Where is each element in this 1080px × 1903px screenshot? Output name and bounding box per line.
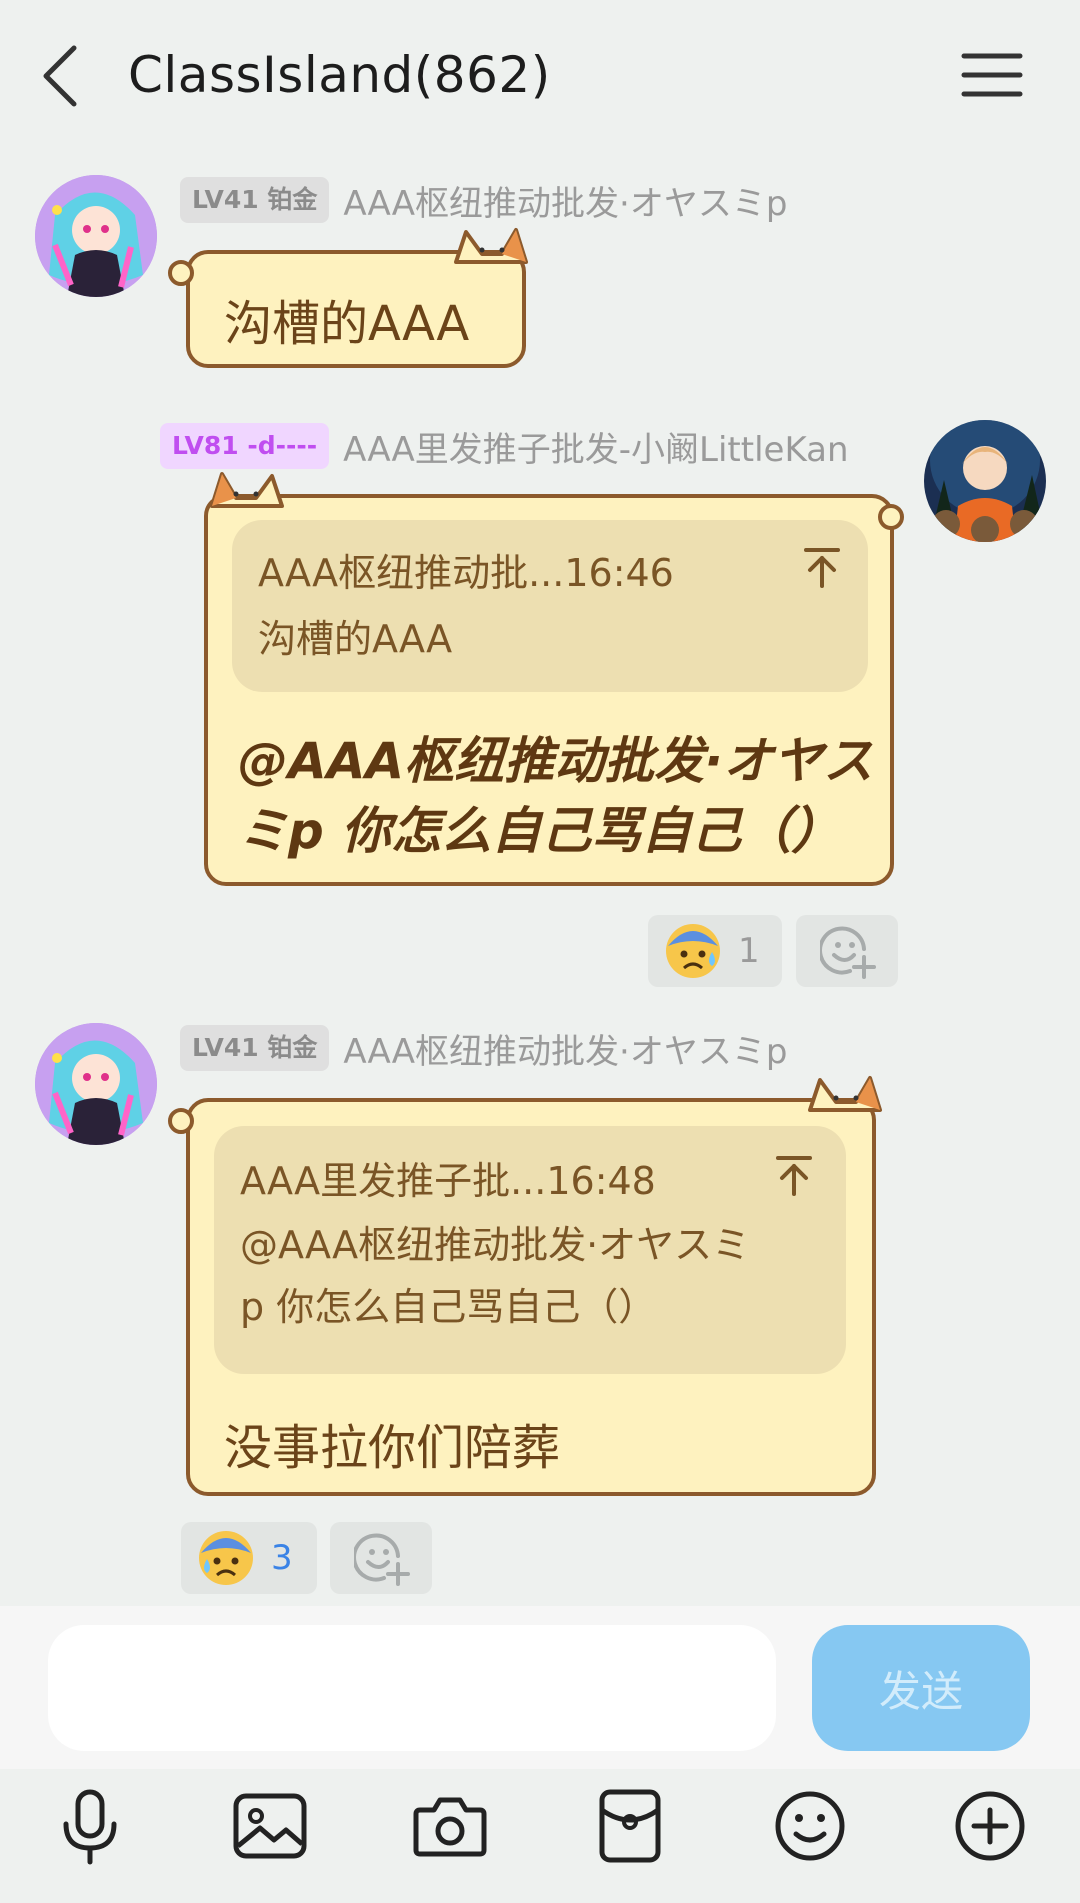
quote-body-line: p 你怎么自己骂自己（） <box>240 1285 657 1329</box>
cat-ears-decoration-icon <box>454 228 528 264</box>
jump-to-original-icon[interactable] <box>774 1154 814 1198</box>
sender-nickname[interactable]: AAA枢纽推动批发·オヤスミp <box>343 176 787 225</box>
avatar[interactable] <box>924 420 1046 542</box>
bubble-tail <box>168 260 194 286</box>
quote-header: AAA枢纽推动批...16:46 <box>258 551 674 595</box>
message-text-line: ミp 你怎么自己骂自己（） <box>238 802 842 860</box>
input-toolbar <box>0 1769 1080 1903</box>
bubble-tail <box>168 1108 194 1134</box>
add-emoji-icon <box>820 926 876 979</box>
message-bubble[interactable]: 沟槽的AAA <box>168 228 528 368</box>
cat-ears-decoration-icon <box>808 1076 882 1112</box>
image-icon[interactable] <box>230 1786 310 1866</box>
reaction-chip[interactable]: 1 <box>648 915 782 987</box>
level-badge: LV41 铂金 <box>180 177 330 223</box>
add-reaction-button[interactable] <box>330 1522 432 1594</box>
avatar[interactable] <box>35 175 157 297</box>
jump-to-original-icon[interactable] <box>802 546 842 590</box>
red-packet-icon[interactable] <box>590 1786 670 1866</box>
sender-nickname[interactable]: AAA枢纽推动批发·オヤスミp <box>343 1024 787 1073</box>
top-bar: ClassIsland(862) <box>0 0 1080 160</box>
reaction-chip[interactable]: 3 <box>181 1522 317 1594</box>
emoji-icon[interactable] <box>770 1786 850 1866</box>
bubble-tail <box>878 504 904 530</box>
sender-nickname[interactable]: AAA里发推子批发-小阚LittleKan <box>343 422 848 471</box>
sender-meta: LV41 铂金 AAA枢纽推动批发·オヤスミp <box>180 176 787 224</box>
back-button[interactable] <box>30 40 100 112</box>
camera-icon[interactable] <box>410 1786 490 1866</box>
quoted-reply[interactable]: AAA里发推子批...16:48 @AAA枢纽推动批发·オヤスミ p 你怎么自己… <box>214 1126 846 1374</box>
cat-ears-decoration-icon <box>210 472 284 508</box>
add-emoji-icon <box>354 1533 410 1586</box>
anime-girl-avatar-icon <box>35 175 157 297</box>
reaction-count: 3 <box>271 1538 293 1578</box>
message-bubble[interactable]: AAA里发推子批...16:48 @AAA枢纽推动批发·オヤスミ p 你怎么自己… <box>168 1076 882 1496</box>
quote-header: AAA里发推子批...16:48 <box>240 1159 656 1203</box>
message-text-line: @AAA枢纽推动批发·オヤス <box>238 732 874 790</box>
reaction-count: 1 <box>738 931 760 971</box>
menu-button[interactable] <box>960 50 1024 100</box>
anime-boy-avatar-icon <box>924 420 1046 542</box>
plus-icon[interactable] <box>950 1786 1030 1866</box>
anime-girl-avatar-icon <box>35 1023 157 1145</box>
level-badge: LV41 铂金 <box>180 1025 330 1071</box>
message-bubble[interactable]: AAA枢纽推动批...16:46 沟槽的AAA @AAA枢纽推动批发·オヤス ミ… <box>204 472 904 886</box>
anxious-face-with-sweat-icon <box>199 1531 253 1585</box>
add-reaction-button[interactable] <box>796 915 898 987</box>
chevron-left-icon <box>43 45 77 107</box>
message-text: 沟槽的AAA <box>224 296 470 352</box>
level-badge: LV81 -d---- <box>160 423 330 469</box>
quoted-reply[interactable]: AAA枢纽推动批...16:46 沟槽的AAA <box>232 520 868 692</box>
send-button[interactable]: 发送 <box>812 1625 1030 1751</box>
chat-title: ClassIsland(862) <box>128 46 551 104</box>
message-text: 没事拉你们陪葬 <box>224 1420 561 1476</box>
anxious-face-with-sweat-icon <box>666 924 720 978</box>
microphone-icon[interactable] <box>50 1786 130 1866</box>
quote-body-line: @AAA枢纽推动批发·オヤスミ <box>240 1223 751 1267</box>
avatar[interactable] <box>35 1023 157 1145</box>
message-input[interactable] <box>48 1625 776 1751</box>
sender-meta: LV81 -d---- AAA里发推子批发-小阚LittleKan <box>160 422 849 470</box>
hamburger-menu-icon <box>961 53 1023 97</box>
sender-meta: LV41 铂金 AAA枢纽推动批发·オヤスミp <box>180 1024 787 1072</box>
quote-body: 沟槽的AAA <box>258 617 453 661</box>
